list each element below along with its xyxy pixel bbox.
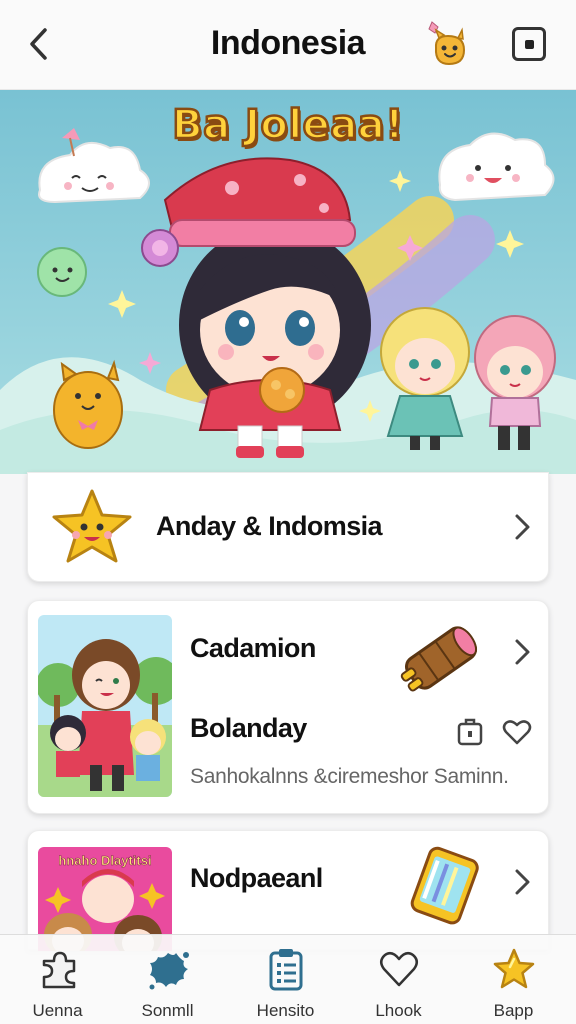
- nav-tab-uenna[interactable]: Uenna: [0, 935, 115, 1024]
- card-subtitle: Bolanday: [190, 713, 307, 743]
- nav-tab-sonmll[interactable]: Sonmll: [110, 935, 225, 1024]
- clipboard-list-icon: [269, 949, 302, 991]
- page-title: Indonesia: [210, 24, 366, 62]
- chevron-right-icon[interactable]: [512, 512, 534, 542]
- app-header: Indonesia: [0, 0, 576, 90]
- heart-outline-icon[interactable]: [502, 718, 532, 746]
- card-title: Cadamion: [190, 633, 316, 663]
- chevron-right-icon[interactable]: [512, 637, 534, 667]
- splat-icon: [149, 952, 189, 990]
- bottom-navigation: Uenna Sonmll Hensito Lhook Bapp: [0, 934, 576, 1024]
- chevron-right-icon[interactable]: [512, 867, 534, 897]
- nav-tab-bapp[interactable]: Bapp: [456, 935, 571, 1024]
- square-dot-button[interactable]: [512, 27, 546, 61]
- banner-title: Ba Joleaa!: [171, 101, 405, 150]
- nav-label: Uenna: [32, 1001, 83, 1020]
- list-item[interactable]: Anday & Indomsia: [27, 472, 549, 582]
- card-title: Anday & Indomsia: [156, 511, 383, 541]
- nav-label: Sonmll: [141, 1001, 194, 1020]
- puzzle-icon: [42, 951, 75, 989]
- yellow-cat-character: [53, 359, 123, 449]
- star-icon: [493, 948, 534, 989]
- roll-snack-icon: [400, 626, 478, 692]
- heart-icon: [379, 951, 418, 987]
- blonde-character: [380, 307, 470, 450]
- nav-label: Lhook: [375, 1001, 422, 1020]
- bag-icon[interactable]: [456, 717, 484, 747]
- list-item[interactable]: hnaho Dlaytitsi Nodpaeanl: [27, 830, 549, 951]
- square-dot-icon: [524, 39, 534, 49]
- mascot-icon: [428, 21, 466, 66]
- nav-tab-hensito[interactable]: Hensito: [228, 935, 343, 1024]
- nav-tab-lhook[interactable]: Lhook: [341, 935, 456, 1024]
- card-description: Sanhokalnns &ciremeshor Saminn.: [190, 765, 509, 788]
- list-item[interactable]: Cadamion Bolanday Sanhokalnns &ciremesho…: [27, 600, 549, 814]
- nav-label: Hensito: [256, 1001, 315, 1020]
- thumbnail-caption: hnaho Dlaytitsi: [58, 853, 152, 868]
- phone-icon: [410, 846, 479, 925]
- card-thumbnail: [38, 615, 172, 797]
- hero-banner[interactable]: Ba Joleaa!: [0, 90, 576, 474]
- nav-label: Bapp: [493, 1001, 534, 1020]
- card-title: Nodpaeanl: [190, 863, 323, 893]
- star-mascot-icon: [52, 489, 132, 563]
